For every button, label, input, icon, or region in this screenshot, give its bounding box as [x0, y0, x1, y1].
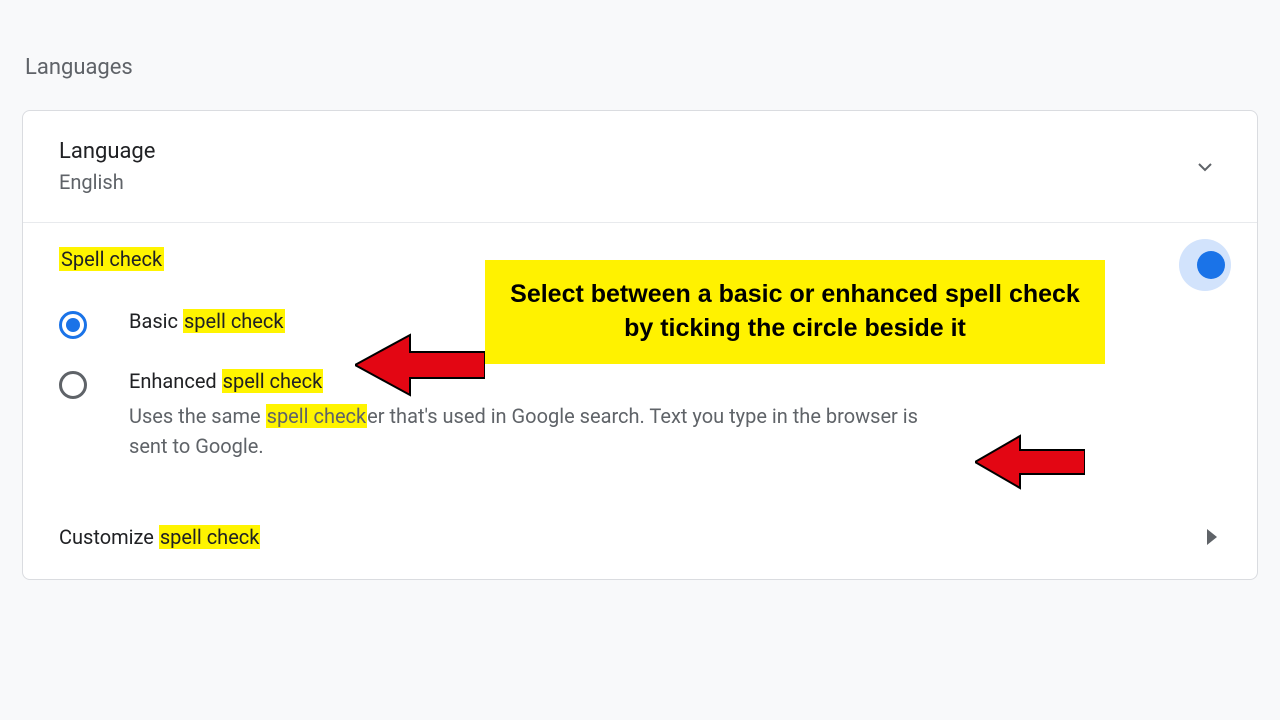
- basic-option-text: Basic spell check: [129, 309, 285, 333]
- spellcheck-header: Spell check: [59, 247, 164, 271]
- customize-label: Customize spell check: [59, 525, 260, 549]
- spellcheck-toggle[interactable]: [1179, 239, 1231, 291]
- chevron-down-icon: [1193, 155, 1217, 179]
- annotation-arrow-right: [975, 432, 1085, 492]
- enhanced-description: Uses the same spell checker that's used …: [129, 401, 949, 461]
- language-label: Language: [59, 139, 155, 164]
- customize-spellcheck-row[interactable]: Customize spell check: [23, 491, 1257, 579]
- radio-basic[interactable]: [59, 311, 87, 339]
- radio-enhanced[interactable]: [59, 371, 87, 399]
- toggle-knob: [1197, 251, 1225, 279]
- language-row-text: Language English: [59, 139, 155, 194]
- language-row[interactable]: Language English: [23, 111, 1257, 223]
- basic-label: Basic spell check: [129, 309, 285, 333]
- language-value: English: [59, 170, 155, 194]
- annotation-arrow-left: [355, 330, 485, 400]
- chevron-right-icon: [1207, 529, 1217, 545]
- enhanced-option-text: Enhanced spell check Uses the same spell…: [129, 369, 949, 461]
- annotation-callout: Select between a basic or enhanced spell…: [485, 260, 1105, 364]
- enhanced-label: Enhanced spell check: [129, 369, 949, 393]
- page-title: Languages: [0, 0, 1280, 80]
